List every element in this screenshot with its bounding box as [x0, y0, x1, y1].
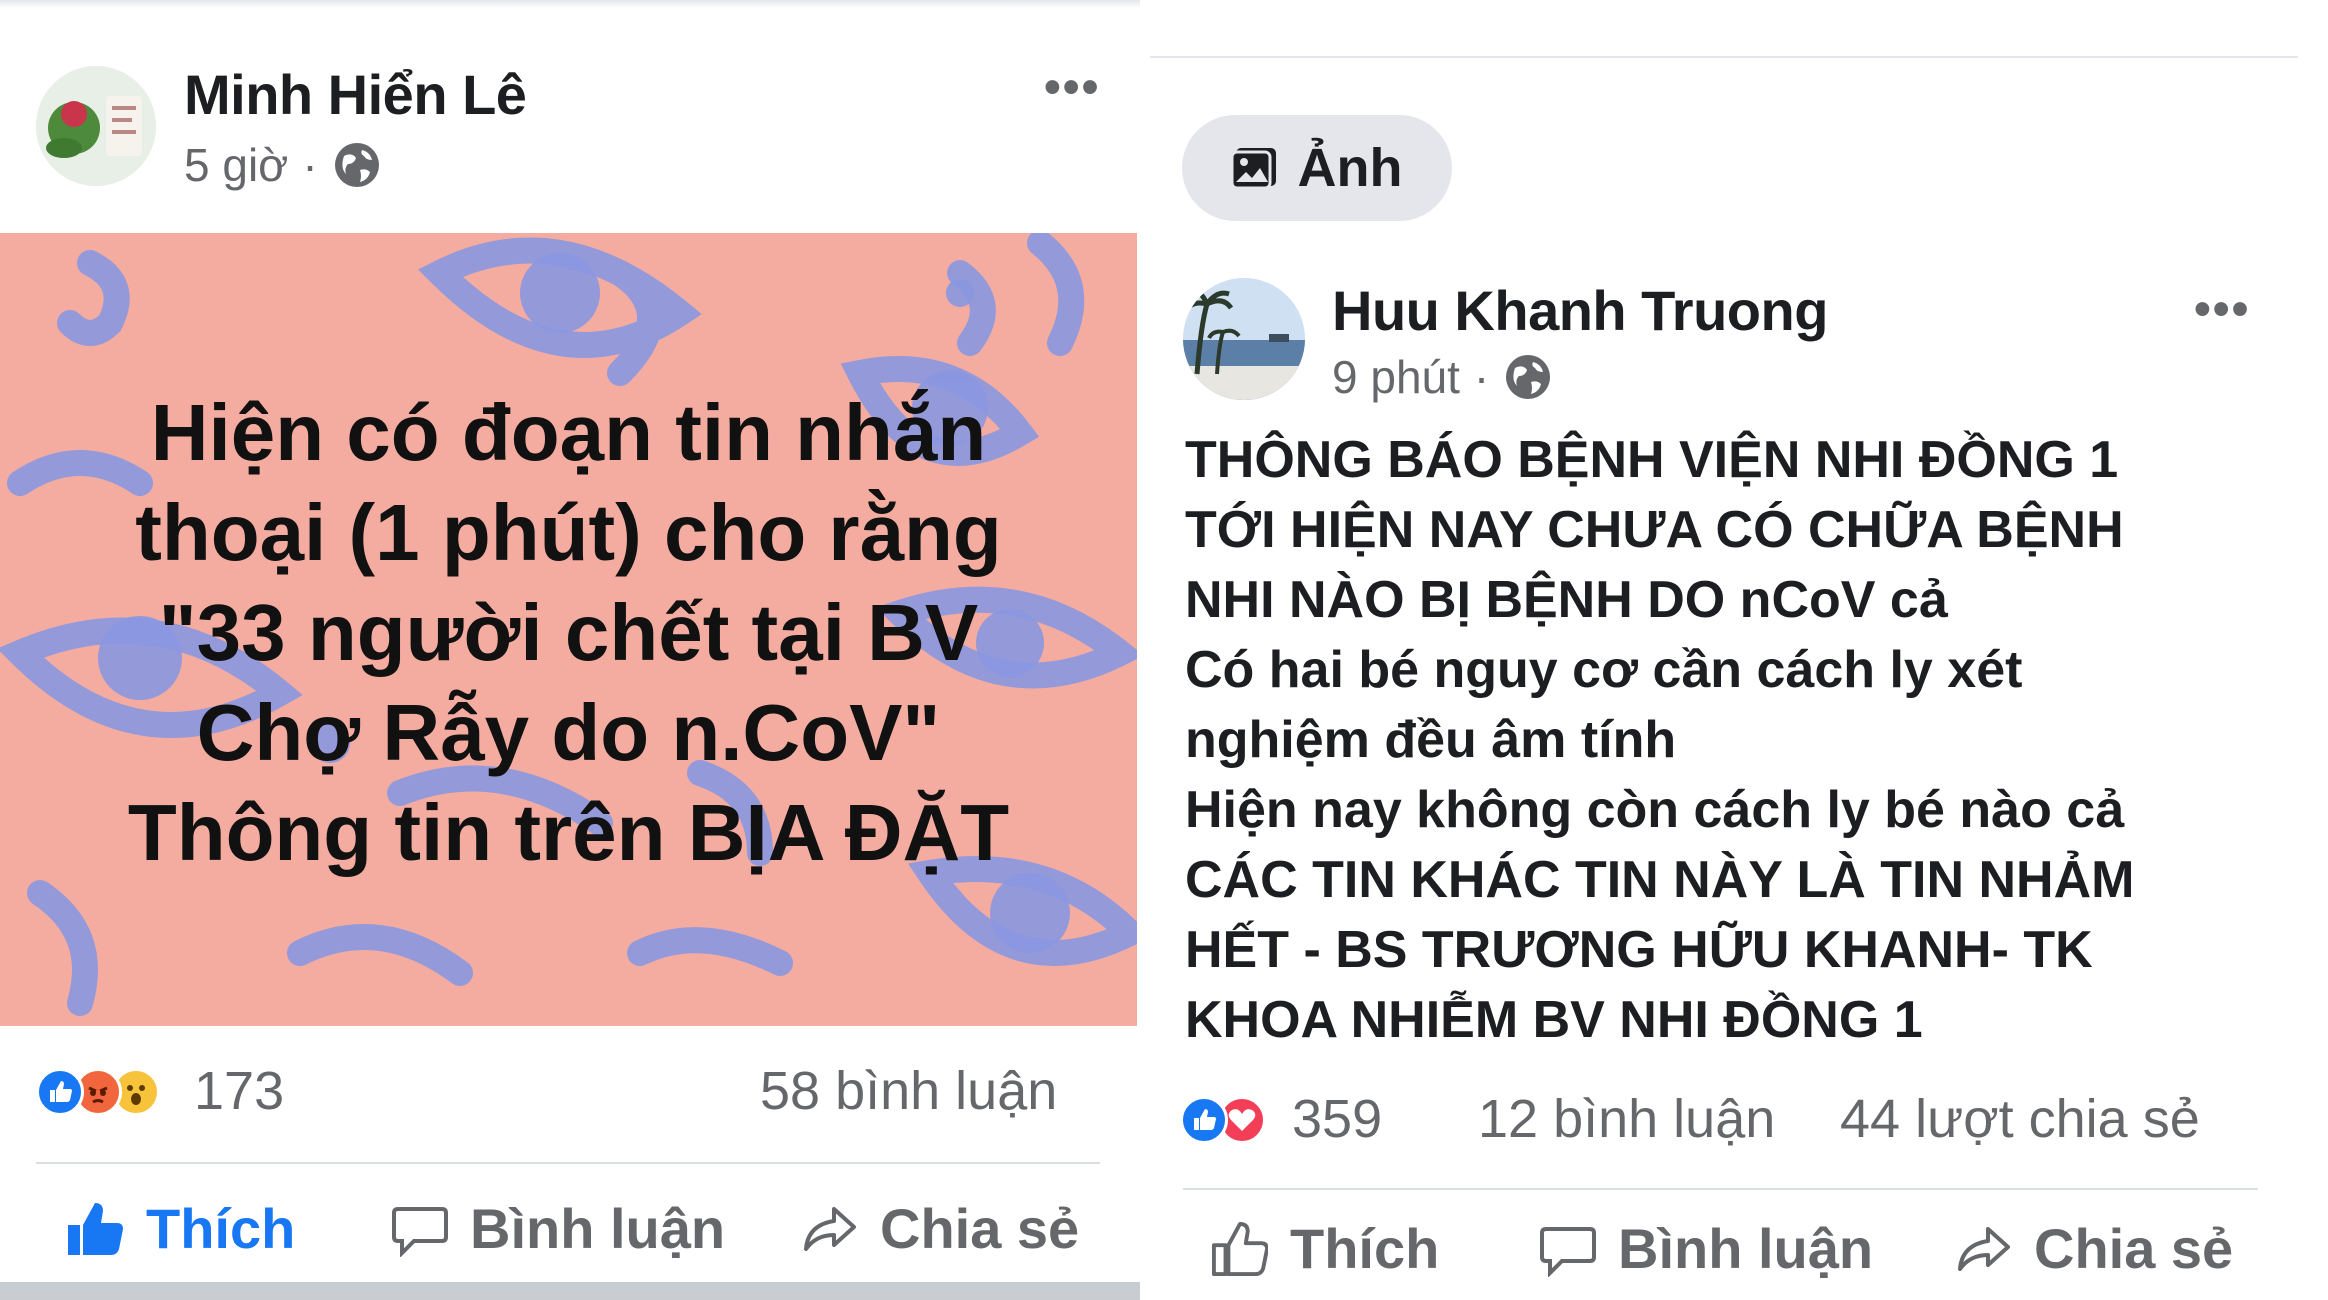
- post-text-line: HẾT - BS TRƯƠNG HỮU KHANH- TK: [1185, 921, 2093, 979]
- actions-divider: [1183, 1188, 2258, 1190]
- post-text-line: Hiện nay không còn cách ly bé nào cả: [1185, 781, 2125, 839]
- comment-count[interactable]: 58 bình luận: [760, 1060, 1057, 1122]
- post-text-line: KHOA NHIỄM BV NHI ĐỒNG 1: [1185, 991, 1923, 1049]
- like-button[interactable]: Thích: [1212, 1216, 1439, 1281]
- post-text-line: THÔNG BÁO BỆNH VIỆN NHI ĐỒNG 1: [1185, 431, 2119, 489]
- avatar-image: [36, 66, 156, 186]
- more-options-icon[interactable]: •••: [2194, 282, 2250, 337]
- author-name[interactable]: Huu Khanh Truong: [1332, 278, 1828, 343]
- post-time[interactable]: 5 giờ: [184, 138, 288, 192]
- avatar[interactable]: [36, 66, 156, 186]
- like-reaction-icon: [1180, 1096, 1228, 1144]
- post-text-line: Có hai bé nguy cơ cần cách ly xét: [1185, 641, 2023, 699]
- reaction-icons[interactable]: [36, 1068, 160, 1116]
- post-text-line: TỚI HIỆN NAY CHƯA CÓ CHỮA BỆNH: [1185, 501, 2124, 559]
- reaction-count[interactable]: 173: [194, 1060, 284, 1122]
- share-label: Chia sẻ: [2034, 1217, 2234, 1280]
- share-icon: [1956, 1221, 2012, 1277]
- globe-icon: [332, 140, 382, 190]
- avatar[interactable]: [1183, 278, 1305, 400]
- meta-separator: ·: [1473, 351, 1490, 403]
- photo-icon: [1231, 146, 1280, 190]
- comment-icon: [1540, 1221, 1596, 1277]
- meta-separator: ·: [302, 139, 318, 191]
- thumbs-up-icon: [66, 1201, 124, 1257]
- top-divider-right: [1150, 56, 2298, 58]
- like-button[interactable]: Thích: [66, 1196, 295, 1261]
- author-name[interactable]: Minh Hiển Lê: [184, 62, 527, 127]
- post-text-line: CÁC TIN KHÁC TIN NÀY LÀ TIN NHẢM: [1185, 851, 2135, 909]
- photo-chip-label: Ảnh: [1297, 138, 1403, 198]
- photo-tab-chip[interactable]: Ảnh: [1182, 115, 1452, 221]
- reaction-count[interactable]: 359: [1292, 1088, 1382, 1150]
- share-label: Chia sẻ: [880, 1197, 1080, 1260]
- reaction-icons[interactable]: [1180, 1096, 1266, 1144]
- post-meta: 9 phút ·: [1332, 350, 1553, 404]
- comment-button[interactable]: Bình luận: [392, 1196, 725, 1261]
- post-meta: 5 giờ ·: [184, 138, 382, 192]
- top-divider: [0, 0, 1140, 8]
- like-label: Thích: [146, 1197, 296, 1260]
- post-text-card: Hiện có đoạn tin nhắn thoại (1 phút) cho…: [0, 233, 1137, 1026]
- like-reaction-icon: [36, 1068, 84, 1116]
- share-count[interactable]: 44 lượt chia sẻ: [1840, 1088, 2200, 1150]
- thumbs-up-icon: [1212, 1221, 1268, 1277]
- post-text: THÔNG BÁO BỆNH VIỆN NHI ĐỒNG 1 TỚI HIỆN …: [1185, 425, 2295, 1055]
- share-icon: [802, 1201, 858, 1257]
- post-text-line: nghiệm đều âm tính: [1185, 711, 1677, 769]
- comment-label: Bình luận: [1618, 1217, 1874, 1280]
- post-card-text: Hiện có đoạn tin nhắn thoại (1 phút) cho…: [127, 388, 1010, 877]
- share-button[interactable]: Chia sẻ: [802, 1196, 1079, 1261]
- share-button[interactable]: Chia sẻ: [1956, 1216, 2233, 1281]
- actions-divider: [36, 1162, 1100, 1164]
- feed-separator: [0, 1282, 1140, 1300]
- comment-label: Bình luận: [470, 1197, 726, 1260]
- post-text-line: NHI NÀO BỊ BỆNH DO nCoV cả: [1185, 571, 1948, 629]
- avatar-image: [1183, 278, 1305, 400]
- comment-button[interactable]: Bình luận: [1540, 1216, 1873, 1281]
- more-options-icon[interactable]: •••: [1044, 60, 1100, 115]
- globe-icon: [1503, 352, 1553, 402]
- like-label: Thích: [1290, 1217, 1440, 1280]
- post-time[interactable]: 9 phút: [1332, 350, 1460, 404]
- comment-icon: [392, 1201, 448, 1257]
- comment-count[interactable]: 12 bình luận: [1478, 1088, 1775, 1150]
